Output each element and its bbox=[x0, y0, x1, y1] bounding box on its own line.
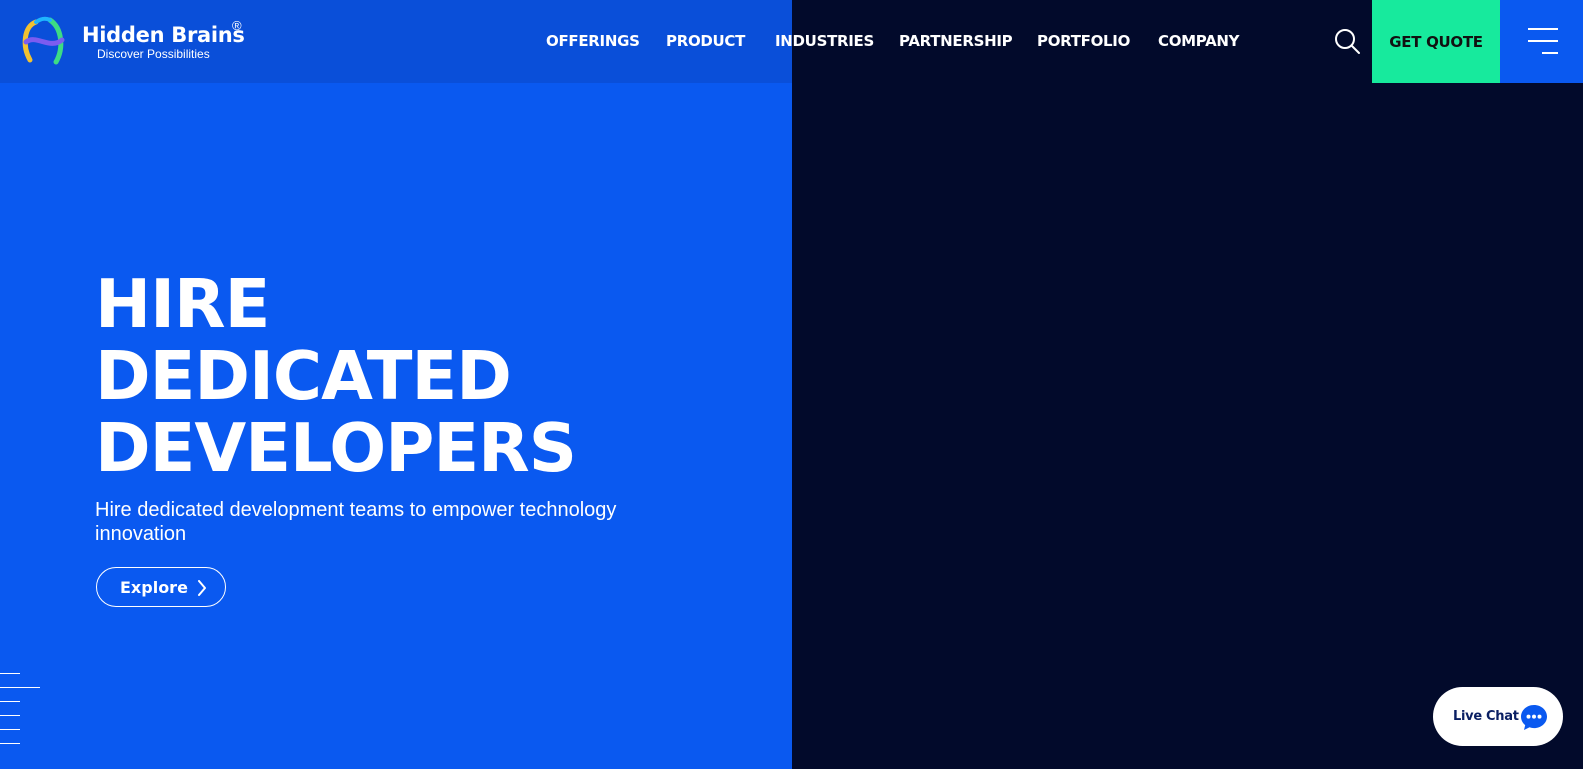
slide-indicator-line[interactable] bbox=[0, 743, 20, 744]
hero-title-line: DEDICATED bbox=[95, 337, 512, 415]
live-chat-button[interactable]: Live Chat bbox=[1433, 687, 1563, 746]
hero-title-line: DEVELOPERS bbox=[95, 409, 577, 487]
explore-button[interactable]: Explore bbox=[96, 567, 226, 607]
menu-icon-line-bottom bbox=[1542, 52, 1558, 54]
slide-indicator-line[interactable] bbox=[0, 729, 20, 730]
site-header: Hidden Brains ® Discover Possibilities O… bbox=[0, 0, 1583, 83]
hero-section: HIRE DEDICATED DEVELOPERS Hire dedicated… bbox=[95, 268, 735, 546]
menu-icon-line-top bbox=[1528, 28, 1558, 30]
nav-item-industries[interactable]: INDUSTRIES bbox=[775, 32, 874, 50]
slide-indicator bbox=[0, 673, 40, 753]
menu-icon-line-middle bbox=[1528, 40, 1558, 42]
hero-title: HIRE DEDICATED DEVELOPERS bbox=[95, 268, 735, 484]
menu-button[interactable] bbox=[1500, 0, 1583, 83]
nav-item-product[interactable]: PRODUCT bbox=[666, 32, 745, 50]
explore-button-label: Explore bbox=[120, 577, 188, 597]
nav-item-company[interactable]: COMPANY bbox=[1158, 32, 1240, 50]
chevron-right-icon bbox=[198, 580, 206, 596]
slide-indicator-line[interactable] bbox=[0, 715, 20, 716]
nav-item-portfolio[interactable]: PORTFOLIO bbox=[1037, 32, 1130, 50]
hero-subtitle: Hire dedicated development teams to empo… bbox=[95, 499, 617, 545]
search-icon[interactable] bbox=[1333, 27, 1361, 55]
live-chat-label: Live Chat bbox=[1453, 709, 1519, 724]
slide-indicator-line[interactable] bbox=[0, 673, 20, 674]
get-quote-button[interactable]: GET QUOTE bbox=[1372, 0, 1500, 83]
hero-title-line: HIRE bbox=[95, 265, 270, 343]
slide-indicator-line[interactable] bbox=[0, 701, 20, 702]
nav-item-offerings[interactable]: OFFERINGS bbox=[546, 32, 640, 50]
chat-bubble-icon bbox=[1521, 705, 1547, 730]
slide-indicator-line-active[interactable] bbox=[0, 687, 40, 688]
hero-right-panel bbox=[792, 0, 1583, 769]
nav-item-partnership[interactable]: PARTNERSHIP bbox=[899, 32, 1013, 50]
